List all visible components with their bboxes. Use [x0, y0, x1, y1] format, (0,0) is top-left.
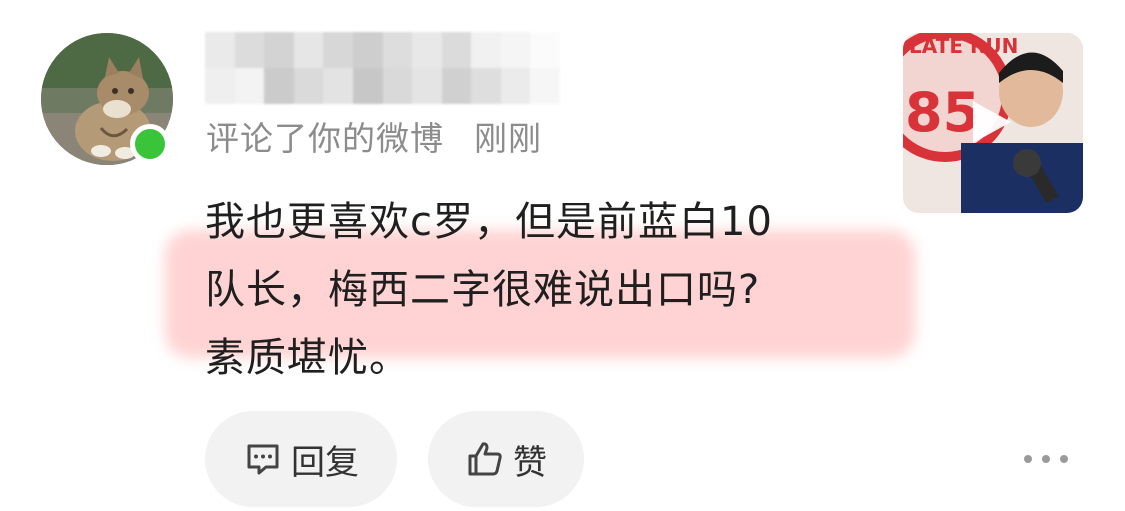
online-status-dot: [130, 124, 170, 164]
username-blurred[interactable]: [205, 32, 560, 104]
reply-button[interactable]: 回复: [205, 411, 397, 507]
meta-time: 刚刚: [474, 119, 542, 158]
thumb-badge-text: LATE RUN: [909, 34, 1018, 58]
post-thumbnail[interactable]: LATE RUN 85: [903, 33, 1083, 213]
reply-label: 回复: [291, 442, 359, 483]
like-label: 赞: [513, 442, 547, 483]
thumb-badge-number: 85: [905, 81, 980, 144]
more-dots-icon[interactable]: [1024, 445, 1068, 473]
comment-meta: 评论了你的微博 刚刚: [206, 112, 542, 160]
comment-text: 我也更喜欢c罗，但是前蓝白10 队长，梅西二字很难说出口吗? 素质堪忧。: [205, 188, 885, 392]
thumbs-up-icon: [465, 439, 505, 479]
more-dot: [1024, 455, 1032, 463]
more-dot: [1060, 455, 1068, 463]
more-dot: [1042, 455, 1050, 463]
comment-line-3: 素质堪忧。: [205, 335, 410, 381]
like-button[interactable]: 赞: [428, 411, 584, 507]
meta-action: 评论了你的微博: [206, 119, 444, 158]
comment-bubble-icon: [243, 439, 283, 479]
comment-line-2: 队长，梅西二字很难说出口吗?: [205, 267, 761, 313]
comment-line-1: 我也更喜欢c罗，但是前蓝白10: [205, 199, 773, 245]
